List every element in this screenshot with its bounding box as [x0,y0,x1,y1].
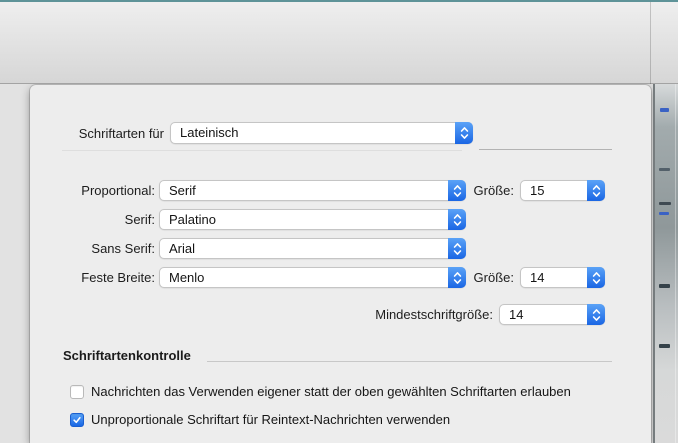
proportional-label: Proportional: [30,180,155,201]
min-font-size-value: 14 [509,305,584,324]
window-chrome [0,0,678,84]
proportional-size-value: 15 [530,181,584,200]
chevron-up-down-icon [587,267,605,288]
serif-label: Serif: [30,209,155,230]
background-window-strip [653,84,678,443]
chevron-up-down-icon [448,209,466,230]
size-label: Größe: [470,180,514,201]
separator-line [62,150,462,151]
checkbox-icon[interactable] [70,385,84,399]
proportional-value: Serif [169,181,445,200]
fixed-width-size-select[interactable]: 14 [520,267,605,288]
separator-line [479,149,612,150]
view-preferences-panel: Schriftarten für Lateinisch Proportional… [30,85,651,443]
chevron-up-down-icon [448,180,466,201]
chevron-up-down-icon [587,180,605,201]
size-label: Größe: [470,267,514,288]
min-font-size-select[interactable]: 14 [499,304,605,325]
checkbox-label: Nachrichten das Verwenden eigener statt … [91,384,571,399]
fonts-for-select[interactable]: Lateinisch [170,122,473,144]
sans-serif-select[interactable]: Arial [159,238,466,259]
serif-select[interactable]: Palatino [159,209,466,230]
sans-serif-value: Arial [169,239,445,258]
proportional-select[interactable]: Serif [159,180,466,201]
chevron-up-down-icon [455,122,473,144]
screen: Ansicht Allgemein [0,0,678,443]
monospace-plaintext-checkbox-row[interactable]: Unproportionale Schriftart für Reintext-… [70,412,450,427]
fixed-width-label: Feste Breite: [30,267,155,288]
serif-value: Palatino [169,210,445,229]
fonts-for-label: Schriftarten für [30,123,164,144]
sans-serif-label: Sans Serif: [30,238,155,259]
min-font-size-label: Mindestschriftgröße: [30,304,493,325]
checkbox-label: Unproportionale Schriftart für Reintext-… [91,412,450,427]
checkbox-icon[interactable] [70,413,84,427]
fixed-width-value: Menlo [169,268,445,287]
top-edge-line [0,0,678,2]
chevron-up-down-icon [587,304,605,325]
window-right-edge [650,0,651,84]
chevron-up-down-icon [448,238,466,259]
fonts-for-value: Lateinisch [180,123,452,143]
font-control-section-title: Schriftartenkontrolle [63,348,191,363]
chevron-up-down-icon [448,267,466,288]
section-separator-line [207,361,612,362]
fixed-width-size-value: 14 [530,268,584,287]
allow-own-fonts-checkbox-row[interactable]: Nachrichten das Verwenden eigener statt … [70,384,571,399]
fixed-width-select[interactable]: Menlo [159,267,466,288]
proportional-size-select[interactable]: 15 [520,180,605,201]
